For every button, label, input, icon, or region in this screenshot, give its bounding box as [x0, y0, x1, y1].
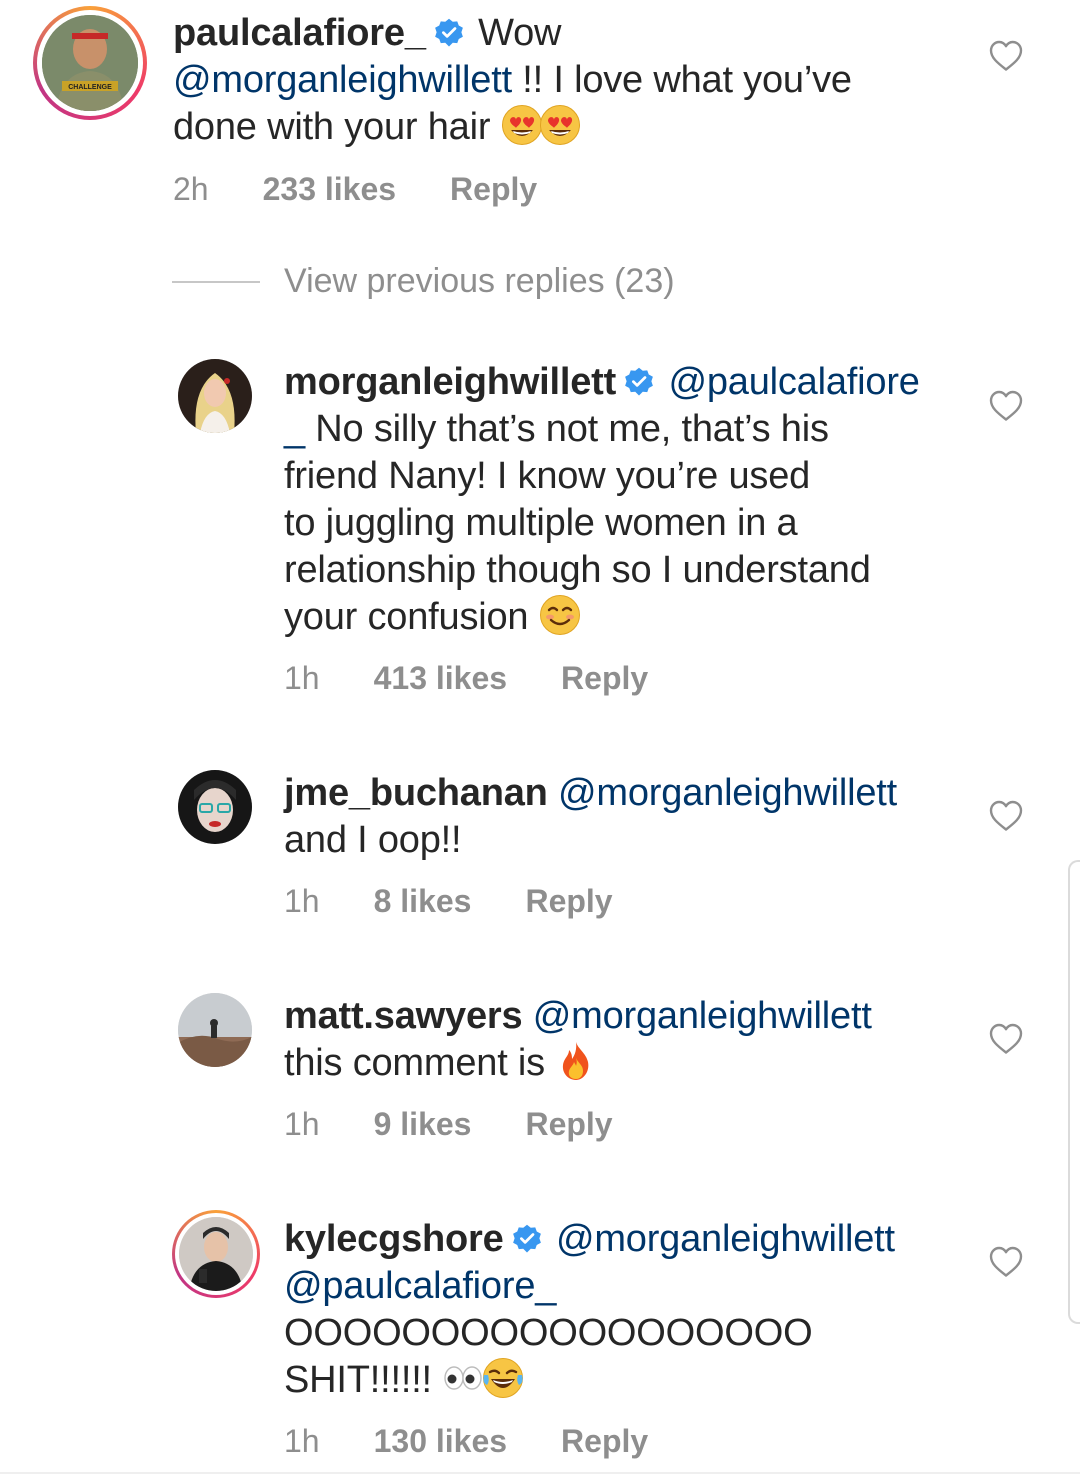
heart-outline-icon[interactable]: [989, 1246, 1023, 1278]
view-previous-replies[interactable]: View previous replies (23): [172, 262, 675, 301]
timestamp: 1h: [284, 660, 320, 696]
username[interactable]: jme_buchanan: [284, 772, 548, 814]
verified-badge-icon: [624, 367, 654, 397]
likes-count[interactable]: 8 likes: [374, 883, 472, 920]
reply-button[interactable]: Reply: [525, 1106, 612, 1143]
comment-text: jme_buchanan @morganleighwillett and I o…: [284, 770, 984, 864]
likes-count[interactable]: 413 likes: [374, 660, 507, 697]
comment-line: this comment is: [284, 1042, 545, 1084]
comment-line: !! I love what you’ve: [511, 59, 852, 101]
avatar-image: CHALLENGE: [42, 15, 138, 111]
reply-button[interactable]: Reply: [525, 883, 612, 920]
smiling-emoji-icon: [539, 594, 581, 636]
comment-line: your confusion: [284, 596, 529, 638]
comment-line: _ No silly that’s not me, that’s his: [284, 408, 829, 450]
reply-button[interactable]: Reply: [561, 660, 648, 697]
avatar-image: [178, 993, 252, 1067]
avatar-shirt-text: CHALLENGE: [68, 84, 112, 91]
verified-badge-icon: [434, 18, 464, 48]
divider-line: [172, 280, 260, 283]
comment-line: relationship though so I understand: [284, 549, 871, 591]
avatar-image: [179, 1217, 253, 1291]
avatar[interactable]: [179, 1217, 253, 1291]
scrollbar[interactable]: [1068, 860, 1080, 1324]
fire-emoji-icon: [555, 1040, 597, 1082]
timestamp: 1h: [284, 1106, 320, 1142]
divider-line: [0, 1472, 1080, 1474]
avatar[interactable]: [178, 993, 252, 1067]
comment-text: kylecgshore @morganleighwillett @paulcal…: [284, 1216, 984, 1404]
mention-link[interactable]: @morganleighwillett: [558, 772, 897, 814]
verified-badge-icon: [512, 1224, 542, 1254]
likes-count[interactable]: 130 likes: [374, 1423, 507, 1460]
timestamp: 2h: [173, 171, 209, 207]
comment-line: to juggling multiple women in a: [284, 502, 798, 544]
avatar-image: [178, 770, 252, 844]
likes-count[interactable]: 233 likes: [263, 171, 396, 208]
heart-eyes-emoji-icon: [539, 104, 581, 146]
comment-meta: 1h 9 likes Reply: [284, 1106, 613, 1143]
heart-outline-icon[interactable]: [989, 800, 1023, 832]
mention-link[interactable]: @morganleighwillett: [173, 59, 512, 101]
comment-meta: 1h 130 likes Reply: [284, 1423, 648, 1460]
comment-text: morganleighwillett @paulcalafiore _ No s…: [284, 359, 984, 641]
comment-line: SHIT!!!!!!: [284, 1359, 432, 1401]
avatar[interactable]: [178, 770, 252, 844]
timestamp: 1h: [284, 1423, 320, 1459]
username[interactable]: kylecgshore: [284, 1218, 504, 1260]
avatar-ring[interactable]: [172, 1210, 260, 1298]
comment-text: paulcalafiore_ Wow @morganleighwillett !…: [173, 10, 953, 151]
comment-meta: 1h 413 likes Reply: [284, 660, 648, 697]
avatar[interactable]: CHALLENGE: [42, 15, 138, 111]
avatar-ring[interactable]: CHALLENGE: [33, 6, 147, 120]
joy-emoji-icon: [482, 1357, 524, 1399]
timestamp: 1h: [284, 883, 320, 919]
username[interactable]: matt.sawyers: [284, 995, 523, 1037]
mention-link[interactable]: @paulcalafiore_: [284, 1265, 556, 1307]
reply-button[interactable]: Reply: [561, 1423, 648, 1460]
mention-link[interactable]: @paulcalafiore: [668, 361, 919, 403]
heart-outline-icon[interactable]: [989, 1023, 1023, 1055]
reply-button[interactable]: Reply: [450, 171, 537, 208]
username[interactable]: morganleighwillett: [284, 361, 616, 403]
avatar-image: [178, 359, 252, 433]
comment-line: and I oop!!: [284, 819, 462, 861]
username[interactable]: paulcalafiore_: [173, 12, 426, 54]
likes-count[interactable]: 9 likes: [374, 1106, 472, 1143]
heart-outline-icon[interactable]: [989, 40, 1023, 72]
heart-eyes-emoji-icon: [501, 104, 543, 146]
mention-link[interactable]: @morganleighwillett: [533, 995, 872, 1037]
eyes-emoji-icon: [442, 1357, 484, 1399]
view-previous-replies-label[interactable]: View previous replies (23): [284, 262, 675, 301]
comment-line: Wow: [478, 12, 562, 54]
comment-line: done with your hair: [173, 106, 491, 148]
comment-meta: 2h 233 likes Reply: [173, 171, 537, 208]
comment-line: friend Nany! I know you’re used: [284, 455, 811, 497]
mention-link[interactable]: @morganleighwillett: [556, 1218, 895, 1260]
avatar[interactable]: [178, 359, 252, 433]
comment-line: OOOOOOOOOOOOOOOOOO: [284, 1312, 813, 1354]
comment-text: matt.sawyers @morganleighwillett this co…: [284, 993, 984, 1087]
comment-meta: 1h 8 likes Reply: [284, 883, 613, 920]
heart-outline-icon[interactable]: [989, 390, 1023, 422]
